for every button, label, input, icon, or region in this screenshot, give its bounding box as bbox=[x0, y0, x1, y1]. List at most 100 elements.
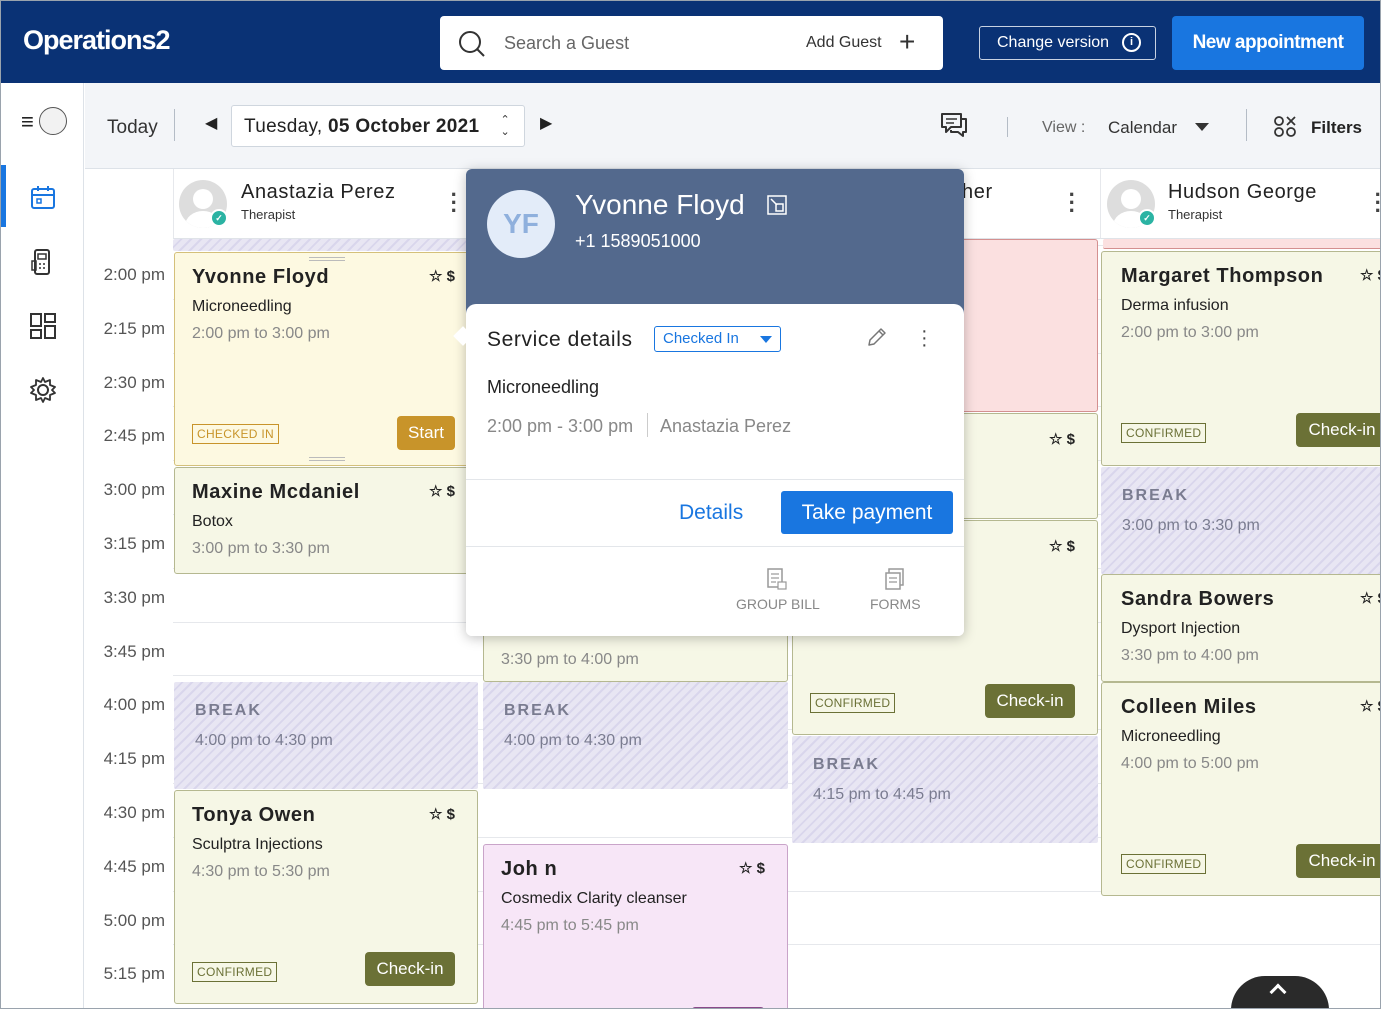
guest-name: Yvonne Floyd bbox=[192, 266, 330, 288]
date-stepper-icon[interactable]: ⌃ ⌄ bbox=[500, 114, 510, 138]
check-in-button[interactable]: Check-in bbox=[985, 684, 1075, 718]
time-slot-label: 3:15 pm bbox=[103, 534, 165, 553]
info-icon: i bbox=[1122, 33, 1141, 52]
time-slot-label: 4:00 pm bbox=[103, 695, 165, 715]
messages-icon[interactable] bbox=[939, 110, 969, 140]
favorite-and-payment-icons[interactable]: ☆ $ bbox=[1049, 537, 1075, 555]
available-check-icon: ✓ bbox=[210, 209, 228, 227]
guest-name[interactable]: Yvonne Floyd bbox=[575, 189, 745, 221]
favorite-and-payment-icons[interactable]: ☆ $ bbox=[1360, 697, 1380, 715]
forms-button[interactable]: FORMS bbox=[870, 596, 921, 612]
calendar-toolbar: Today ◀ Tuesday, 05 October 2021 ⌃ ⌄ ▶ Vi… bbox=[85, 83, 1380, 169]
drag-handle[interactable] bbox=[309, 257, 345, 261]
more-options-icon[interactable]: ··· bbox=[451, 184, 458, 222]
appointment-card[interactable]: Sandra Bowers ☆ $ Dysport Injection 3:30… bbox=[1101, 574, 1380, 682]
appointment-time: 4:45 pm to 5:45 pm bbox=[501, 917, 639, 934]
favorite-and-payment-icons[interactable]: ☆ $ bbox=[429, 482, 455, 500]
start-button[interactable]: Start bbox=[397, 416, 455, 450]
plus-icon[interactable]: + bbox=[899, 28, 915, 56]
status-badge: CONFIRMED bbox=[810, 693, 896, 713]
favorite-and-payment-icons[interactable]: ☆ $ bbox=[1360, 266, 1380, 284]
app-window: Operations2 Search a Guest Add Guest + C… bbox=[0, 0, 1381, 1009]
service-name: Sculptra Injections bbox=[192, 836, 323, 853]
today-button[interactable]: Today bbox=[107, 117, 158, 139]
appointment-card[interactable]: Margaret Thompson ☆ $ Derma infusion 2:0… bbox=[1101, 251, 1380, 466]
date-picker[interactable]: Tuesday, 05 October 2021 ⌃ ⌄ bbox=[231, 105, 525, 147]
more-options-icon[interactable]: ··· bbox=[921, 321, 928, 355]
check-in-button[interactable]: Check-in bbox=[1296, 413, 1380, 447]
guest-initials-avatar: YF bbox=[487, 190, 555, 258]
left-sidebar: ≡ bbox=[1, 83, 84, 1008]
favorite-and-payment-icons[interactable]: ☆ $ bbox=[1360, 589, 1380, 607]
check-in-button[interactable]: Check-in bbox=[1296, 844, 1380, 878]
staff-column-header[interactable]: ✓ Hudson George Therapist ··· bbox=[1100, 169, 1380, 239]
popup-service-name: Microneedling bbox=[487, 377, 600, 397]
more-options-icon[interactable]: ··· bbox=[1375, 184, 1380, 222]
break-time: 4:00 pm to 4:30 pm bbox=[195, 732, 333, 749]
time-slot-label: 5:15 pm bbox=[103, 964, 165, 984]
time-slot-label: 3:00 pm bbox=[103, 480, 165, 500]
edit-pencil-icon[interactable] bbox=[866, 326, 888, 348]
break-time: 4:00 pm to 4:30 pm bbox=[504, 732, 642, 749]
filters-button[interactable]: Filters bbox=[1311, 118, 1362, 138]
guest-search-bar[interactable]: Search a Guest Add Guest + bbox=[440, 16, 943, 70]
appointment-card[interactable]: Colleen Miles ☆ $ Microneedling 4:00 pm … bbox=[1101, 682, 1380, 896]
change-version-button[interactable]: Change version i bbox=[979, 26, 1156, 60]
date-value: 05 October 2021 bbox=[328, 116, 480, 137]
break-block: BREAK 4:00 pm to 4:30 pm bbox=[174, 682, 478, 789]
favorite-and-payment-icons[interactable]: ☆ $ bbox=[739, 859, 765, 877]
status-badge: CHECKED IN bbox=[192, 424, 280, 444]
user-avatar-icon[interactable] bbox=[39, 107, 67, 135]
guest-name: Margaret Thompson bbox=[1121, 265, 1324, 287]
time-slot-label: 4:45 pm bbox=[103, 856, 165, 876]
pos-terminal-icon[interactable] bbox=[29, 246, 57, 276]
view-select[interactable]: Calendar bbox=[1108, 118, 1177, 138]
time-column: 2:00 pm 2:15 pm 2:30 pm 2:45 pm 3:00 pm 3:15 … bbox=[85, 169, 173, 1008]
settings-gear-icon[interactable] bbox=[29, 376, 57, 404]
new-appointment-button[interactable]: New appointment bbox=[1172, 16, 1364, 70]
group-bill-button[interactable]: GROUP BILL bbox=[736, 596, 820, 612]
status-value: Checked In bbox=[663, 330, 739, 347]
view-dropdown-caret-icon[interactable] bbox=[1195, 123, 1209, 131]
resize-handle[interactable] bbox=[309, 457, 345, 461]
next-day-arrow-icon[interactable]: ▶ bbox=[540, 113, 552, 133]
appointment-card[interactable]: Maxine Mcdaniel ☆ $ Botox 3:00 pm to 3:3… bbox=[174, 467, 478, 574]
add-guest-button[interactable]: Add Guest bbox=[806, 34, 882, 52]
time-slot-label: 2:30 pm bbox=[103, 372, 165, 392]
time-slot-label: 3:45 pm bbox=[103, 641, 165, 661]
search-input[interactable]: Search a Guest bbox=[504, 33, 629, 54]
appointment-time: 3:30 pm to 4:00 pm bbox=[1121, 647, 1259, 664]
divider bbox=[1007, 117, 1008, 137]
appointment-card[interactable]: Joh n ☆ $ Cosmedix Clarity cleanser 4:45… bbox=[483, 844, 788, 1008]
break-time: 3:00 pm to 3:30 pm bbox=[1122, 517, 1260, 534]
filters-icon[interactable] bbox=[1273, 115, 1297, 139]
appointment-time: 2:00 pm to 3:00 pm bbox=[192, 325, 330, 342]
divider bbox=[466, 546, 964, 547]
previous-day-arrow-icon[interactable]: ◀ bbox=[205, 113, 217, 133]
time-slot-label: 2:45 pm bbox=[103, 426, 165, 446]
check-in-button[interactable]: Check-in bbox=[365, 952, 455, 986]
forms-icon[interactable] bbox=[884, 567, 906, 591]
dashboard-icon[interactable] bbox=[29, 312, 57, 340]
favorite-and-payment-icons[interactable]: ☆ $ bbox=[1049, 430, 1075, 448]
favorite-and-payment-icons[interactable]: ☆ $ bbox=[429, 267, 455, 285]
appointment-card[interactable]: Yvonne Floyd ☆ $ Microneedling 2:00 pm t… bbox=[174, 252, 478, 466]
menu-icon[interactable]: ≡ bbox=[21, 109, 34, 135]
service-name: Microneedling bbox=[192, 298, 292, 315]
popup-staff: Anastazia Perez bbox=[660, 416, 792, 436]
staff-role: Therapist bbox=[1168, 207, 1223, 222]
more-options-icon[interactable]: ··· bbox=[1069, 184, 1076, 222]
staff-column-header[interactable]: ✓ Anastazia Perez Therapist · · · bbox=[173, 169, 482, 239]
appointment-card[interactable]: Tonya Owen ☆ $ Sculptra Injections 4:30 … bbox=[174, 790, 478, 1004]
status-dropdown[interactable]: Checked In bbox=[654, 326, 781, 352]
details-button[interactable]: Details bbox=[679, 501, 743, 525]
appointment-edge bbox=[1103, 239, 1380, 249]
open-profile-icon[interactable] bbox=[766, 194, 788, 216]
group-bill-icon[interactable] bbox=[766, 567, 788, 591]
take-payment-button[interactable]: Take payment bbox=[781, 491, 953, 534]
favorite-and-payment-icons[interactable]: ☆ $ bbox=[429, 805, 455, 823]
service-name: Microneedling bbox=[1121, 728, 1221, 745]
app-logo[interactable]: Operations2 bbox=[23, 25, 171, 56]
calendar-icon[interactable] bbox=[29, 183, 57, 211]
search-icon bbox=[459, 31, 485, 57]
